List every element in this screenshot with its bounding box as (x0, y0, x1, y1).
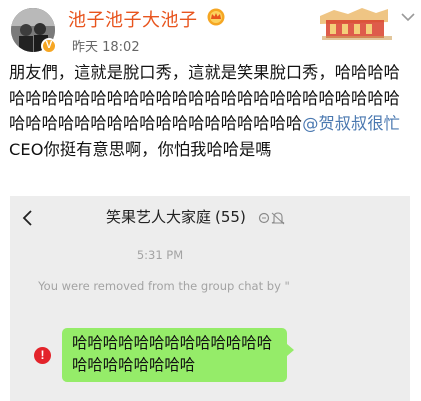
chat-header: 笑果艺人大家庭 (55) (10, 196, 410, 240)
group-member-count: (55) (215, 208, 246, 226)
chat-screenshot: 笑果艺人大家庭 (55) 5:31 PM You were removed fro… (10, 196, 410, 401)
back-arrow-icon[interactable] (20, 208, 34, 228)
avatar[interactable]: V (11, 8, 57, 54)
post-header: V 池子池子大池子 昨天 18:02 (0, 0, 421, 56)
mention-link[interactable]: @贺叔叔很忙 (302, 114, 400, 133)
message-bubble[interactable]: 哈哈哈哈哈哈哈哈哈哈哈哈哈哈哈哈哈哈哈哈哈 (62, 328, 287, 382)
post-body: 朋友們，這就是脫口秀，這就是笑果脫口秀，哈哈哈哈哈哈哈哈哈哈哈哈哈哈哈哈哈哈哈哈… (9, 60, 413, 162)
post-timestamp: 昨天 18:02 (72, 40, 140, 55)
chat-title: 笑果艺人大家庭 (55) (106, 206, 246, 227)
mute-bell-icon (258, 212, 285, 225)
chat-time: 5:31 PM (136, 248, 184, 262)
post-text-end: CEO你挺有意思啊，你怕我哈哈是嗎 (9, 139, 272, 159)
system-message: You were removed from the group chat by … (38, 279, 290, 293)
header-decoration-banner (320, 8, 392, 40)
group-name: 笑果艺人大家庭 (106, 208, 212, 226)
chevron-down-icon[interactable] (399, 10, 417, 24)
error-icon[interactable]: ! (34, 347, 51, 364)
verified-badge-icon: V (41, 38, 57, 54)
username[interactable]: 池子池子大池子 (68, 6, 198, 32)
vip-crown-icon (207, 8, 225, 26)
message-bubble-tail (287, 344, 294, 356)
